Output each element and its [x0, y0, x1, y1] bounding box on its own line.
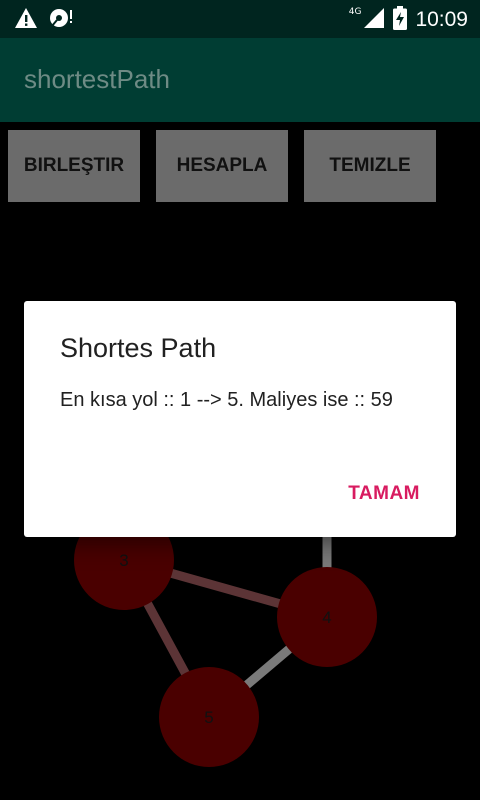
dialog-title: Shortes Path: [60, 333, 217, 363]
result-dialog: Shortes Path En kısa yol :: 1 --> 5. Mal…: [24, 301, 456, 537]
ok-button[interactable]: TAMAM: [348, 483, 420, 505]
dialog-message: En kısa yol :: 1 --> 5. Maliyes ise :: 5…: [60, 389, 393, 411]
